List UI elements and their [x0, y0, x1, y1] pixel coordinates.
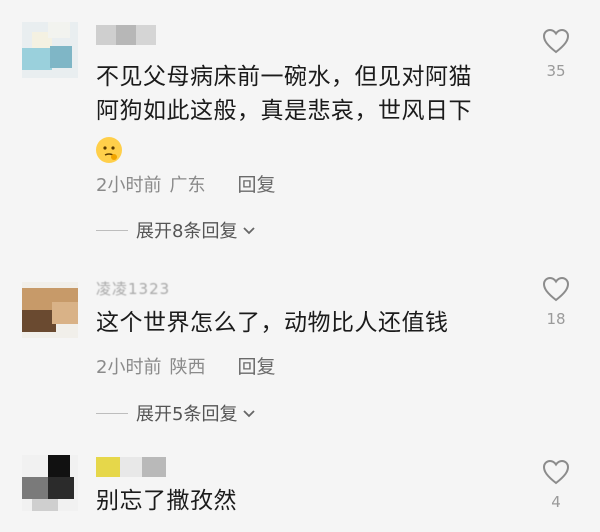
location: 广东 [169, 174, 206, 196]
chevron-down-icon [241, 222, 257, 238]
like-count: 4 [551, 493, 561, 511]
location: 陕西 [169, 356, 206, 378]
like-button[interactable]: 35 [540, 28, 572, 80]
avatar[interactable] [22, 282, 78, 338]
like-count: 35 [546, 62, 566, 80]
like-button[interactable]: 18 [540, 276, 572, 328]
heart-outline-icon [542, 28, 570, 58]
like-count: 18 [546, 310, 566, 328]
heart-outline-icon [542, 276, 570, 306]
timestamp: 2小时前 [96, 174, 162, 196]
like-button[interactable]: 4 [540, 459, 572, 511]
timestamp: 2小时前 [96, 356, 162, 378]
expand-replies-button[interactable]: 展开5条回复 [96, 400, 257, 426]
username-text: 凌凌1323 [96, 280, 171, 298]
comment-text-line: 不见父母病床前一碗水，但见对阿猫 [96, 64, 472, 90]
thinking-face-emoji-icon [96, 136, 122, 163]
avatar[interactable] [22, 455, 78, 511]
reply-button[interactable]: 回复 [237, 352, 275, 379]
comment-text: 别忘了撒孜然 [96, 484, 526, 518]
avatar[interactable] [22, 22, 78, 78]
expand-replies-label: 展开8条回复 [136, 221, 238, 242]
divider [96, 412, 128, 414]
expand-replies-button[interactable]: 展开8条回复 [96, 217, 257, 243]
heart-outline-icon [542, 459, 570, 489]
comment-text: 不见父母病床前一碗水，但见对阿猫 阿狗如此这般，真是悲哀，世风日下 [96, 60, 526, 166]
comment-text-line: 阿狗如此这般，真是悲哀，世风日下 [96, 98, 472, 124]
comment-meta: 2小时前 广东 回复 [96, 170, 275, 197]
comment-text-line: 这个世界怎么了，动物比人还值钱 [96, 310, 449, 336]
divider [96, 229, 128, 231]
comment-text: 这个世界怎么了，动物比人还值钱 [96, 306, 526, 340]
comment-meta: 2小时前 陕西 回复 [96, 352, 275, 379]
chevron-down-icon [241, 405, 257, 421]
username[interactable]: 凌凌1323 [96, 278, 170, 298]
reply-button[interactable]: 回复 [237, 170, 275, 197]
expand-replies-label: 展开5条回复 [136, 404, 238, 425]
comment-text-line: 别忘了撒孜然 [96, 488, 237, 514]
